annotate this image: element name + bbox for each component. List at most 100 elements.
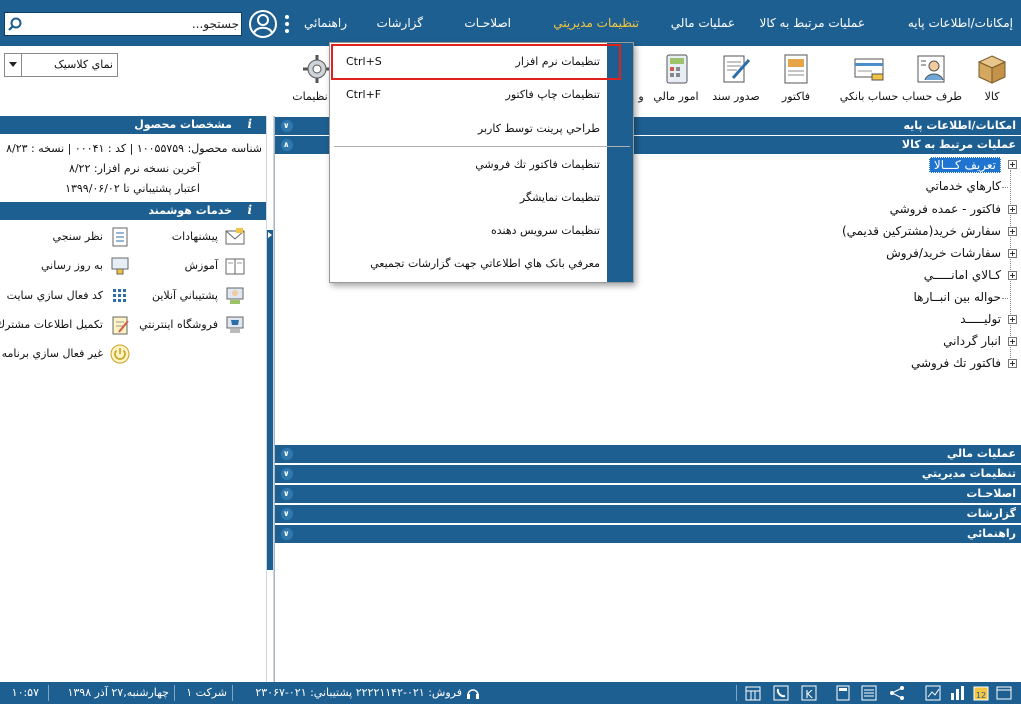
share-icon[interactable] — [888, 684, 906, 702]
tree-item-services[interactable]: كارهاي خدماتي — [700, 178, 1017, 196]
status-company: شركت ۱ — [186, 686, 227, 699]
chevron-down-icon[interactable]: ∨ — [281, 120, 293, 132]
calendar-grid-icon[interactable] — [744, 684, 762, 702]
headset-icon — [464, 684, 482, 702]
tree-item-purchase-order-old[interactable]: سفارش خريد(مشتركين قديمي) — [700, 223, 1017, 241]
expand-icon[interactable] — [1008, 160, 1017, 169]
tree-item-wholesale-invoice[interactable]: فاكتور - عمده فروشي — [700, 201, 1017, 219]
tree-item-warehouse-transfer[interactable]: حواله بين انبــارها — [700, 289, 1017, 307]
toolbar-bank-account-label: حساب بانكي — [839, 90, 899, 103]
chevron-down-icon[interactable]: ∨ — [281, 488, 293, 500]
k-icon[interactable]: K — [800, 684, 818, 702]
expand-icon[interactable] — [1008, 337, 1017, 346]
bank-card-icon — [854, 58, 884, 81]
menu-item-corrections[interactable]: اصلاحـات — [464, 0, 511, 46]
svg-text:12: 12 — [976, 691, 986, 700]
chevron-up-icon[interactable]: ∧ — [281, 139, 293, 151]
section-header-help[interactable]: ∨ راهنمائي — [275, 525, 1021, 543]
expand-icon[interactable] — [1008, 315, 1017, 324]
envelope-icon — [225, 228, 245, 245]
product-info-header[interactable]: i مشخصات محصول — [0, 116, 266, 134]
tree-item-retail-invoice[interactable]: فاكتور تك فروشي — [700, 355, 1017, 373]
service-complete-subscriber-info[interactable]: تكميل اطلاعات مشترك — [0, 314, 131, 338]
menu-item-financial[interactable]: عمليات مالي — [671, 0, 735, 46]
service-site-activation-code[interactable]: كد فعال سازي سايت — [1, 285, 131, 309]
status-sales-support-phones: فروش: ۰۲۱-۲۲۲۲۱۱۴۲ پشتيباني: ۰۲۱-۲۳۰۶۷ — [255, 686, 462, 699]
status-bar: 12 K فروش: ۰۲۱-۲۲۲۲۱۱۴۲ پشتيباني: ۰۲۱-۲۳… — [0, 682, 1021, 704]
expand-icon[interactable] — [1008, 227, 1017, 236]
window-icon[interactable] — [995, 684, 1013, 702]
book-icon — [225, 258, 245, 275]
service-online-support[interactable]: پشتيباني آنلاين — [136, 285, 246, 309]
toolbar-goods-label: كالا — [984, 90, 1000, 103]
toolbar-partial-button[interactable]: و — [634, 46, 648, 108]
menu-item-help[interactable]: راهنمائي — [304, 0, 347, 46]
expand-icon[interactable] — [1008, 205, 1017, 214]
dropdown-item-retail-invoice-settings[interactable]: تنظيمات فاكتور تك فروشي — [330, 150, 606, 180]
line-chart-icon[interactable] — [924, 684, 942, 702]
calculator-icon — [666, 54, 688, 84]
dropdown-item-user-print-design[interactable]: طراحي پرينت توسط كاربر — [330, 114, 606, 144]
calendar-icon[interactable]: 12 — [972, 684, 990, 702]
toolbar-invoice-button[interactable]: فاكتور — [776, 46, 816, 108]
expand-icon[interactable] — [1008, 271, 1017, 280]
toolbar-account-party-button[interactable]: طرف حساب — [902, 46, 963, 108]
kebab-menu-icon[interactable] — [284, 14, 290, 34]
tree-item-consignment-goods[interactable]: كـالاي امانـــــي — [700, 267, 1017, 285]
support-validity-line: اعتبار پشتيباني تا ۱۳۹۹/۰۶/۰۲ — [65, 182, 200, 195]
service-suggestions[interactable]: پيشنهادات — [136, 226, 246, 250]
box-icon — [977, 55, 1007, 84]
section-header-corrections[interactable]: ∨ اصلاحـات — [275, 485, 1021, 503]
theme-select-value: نماي كلاسيک — [53, 58, 113, 71]
toolbar-goods-button[interactable]: كالا — [968, 46, 1016, 108]
smart-services-header[interactable]: i خدمات هوشمند — [0, 202, 266, 220]
section-header-management-settings[interactable]: ∨ تنظيمات مديريتي — [275, 465, 1021, 483]
list-icon[interactable] — [860, 684, 878, 702]
chevron-down-icon[interactable]: ∨ — [281, 448, 293, 460]
user-avatar-icon[interactable] — [248, 9, 278, 39]
tree-item-production[interactable]: توليـــــد — [700, 311, 1017, 329]
dropdown-item-display-settings[interactable]: تنظيمات نمايشگر — [330, 183, 606, 213]
calculator-icon[interactable] — [834, 684, 852, 702]
theme-select[interactable]: نماي كلاسيک — [4, 53, 118, 77]
update-icon — [111, 257, 129, 275]
expand-icon[interactable] — [1008, 249, 1017, 258]
service-deactivate-program[interactable]: غير فعال سازي برنامه — [1, 343, 131, 367]
expand-icon[interactable] — [1008, 359, 1017, 368]
menu-item-management-settings[interactable]: تنظيمات مديريتي — [553, 0, 639, 46]
info-icon: i — [247, 203, 252, 217]
dropdown-item-invoice-print-settings[interactable]: Ctrl+F تنظيمات چاپ فاكتور — [330, 80, 606, 110]
toolbar-financial-affairs-button[interactable]: امور مالي — [650, 46, 702, 108]
toolbar-settings-button[interactable]: نظيمات — [288, 46, 332, 108]
tree-item-purchase-sale-orders[interactable]: سفارشات خريد/فروش — [700, 245, 1017, 263]
chart-icon[interactable] — [948, 684, 966, 702]
toolbar-bank-account-button[interactable]: حساب بانكي — [838, 46, 900, 108]
toolbar-invoice-label: فاكتور — [781, 90, 811, 103]
menu-item-base-info[interactable]: إمكانات/اطلاعات پايه — [908, 0, 1013, 46]
service-survey[interactable]: نظر سنجي — [1, 226, 131, 250]
toolbar-issue-document-button[interactable]: صدور سند — [708, 46, 764, 108]
chevron-down-icon[interactable]: ∨ — [281, 528, 293, 540]
dropdown-item-aggregate-report-databases[interactable]: معرفي بانک هاي اطلاعاتي جهت گزارشات تجمي… — [330, 249, 606, 279]
chevron-down-icon[interactable]: ∨ — [281, 468, 293, 480]
search-input[interactable] — [25, 15, 239, 33]
menu-item-reports[interactable]: گزارشات — [377, 0, 423, 46]
section-header-financial[interactable]: ∨ عمليات مالي — [275, 445, 1021, 463]
chevron-down-icon[interactable]: ∨ — [281, 508, 293, 520]
latest-version-line: آخرين نسخه نرم افزار: ۸/۲۲ — [68, 162, 200, 175]
chevron-down-icon — [9, 62, 17, 67]
menu-bar: إمكانات/اطلاعات پايه عمليات مرتبط به كال… — [0, 0, 1021, 46]
tree-item-define-goods[interactable]: تعريف كـــالا — [700, 156, 1017, 174]
menu-item-goods-operations[interactable]: عمليات مرتبط به كالا — [760, 0, 865, 46]
service-training[interactable]: آموزش — [136, 255, 246, 279]
service-online-shop[interactable]: فروشگاه اينترنتي — [136, 314, 246, 338]
tree-item-inventory-count[interactable]: انبار گرداني — [700, 333, 1017, 351]
service-update[interactable]: به روز رساني — [1, 255, 131, 279]
section-header-reports[interactable]: ∨ گزارشات — [275, 505, 1021, 523]
chevron-right-icon[interactable] — [268, 232, 272, 238]
toolbar-account-party-label: طرف حساب — [902, 90, 963, 103]
search-icon[interactable] — [8, 17, 22, 31]
splitter-handle[interactable] — [267, 230, 273, 570]
phone-icon[interactable] — [772, 684, 790, 702]
dropdown-item-server-settings[interactable]: تنظيمات سرويس دهنده — [330, 216, 606, 246]
